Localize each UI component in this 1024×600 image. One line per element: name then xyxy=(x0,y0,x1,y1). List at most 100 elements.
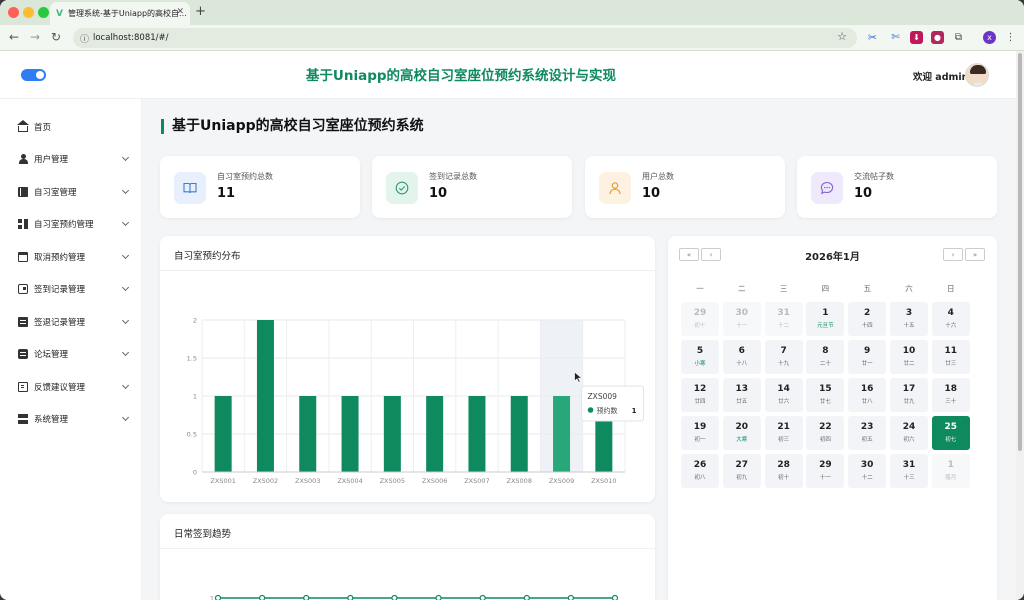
browser-tab[interactable]: V 管理系统-基于Uniapp的高校自... ✕ xyxy=(50,2,190,25)
sidebar-item-reservations[interactable]: 自习室预约管理 xyxy=(0,208,142,240)
page-scrollbar[interactable] xyxy=(1016,51,1024,600)
calendar-day[interactable]: 31 十二 xyxy=(764,302,803,336)
calendar-day[interactable]: 30 十二 xyxy=(848,454,887,488)
calendar-day[interactable]: 12 廿四 xyxy=(681,378,719,412)
weekday-label: 四 xyxy=(821,284,830,293)
stat-card-posts[interactable]: 交流帖子数 10 xyxy=(797,156,997,218)
browser-menu-icon[interactable]: ⋮ xyxy=(1004,31,1017,44)
maximize-window-icon[interactable] xyxy=(38,7,49,18)
calendar-day-today[interactable]: 25 初七 xyxy=(931,416,970,450)
scrollbar-thumb[interactable] xyxy=(1018,53,1022,451)
calendar-day[interactable]: 29 初十 xyxy=(681,302,719,336)
bookmark-star-icon[interactable]: ☆ xyxy=(837,30,847,43)
calendar-day[interactable]: 20 大寒 xyxy=(722,416,761,450)
lunar-date: 三十 xyxy=(945,399,957,405)
x-tick-label: ZXS010 xyxy=(591,477,616,485)
next-year-button[interactable]: » xyxy=(965,248,985,261)
reload-icon[interactable]: ↻ xyxy=(51,30,61,44)
day-number: 25 xyxy=(944,422,958,432)
calendar-card: « ‹ 2026年1月 › » 一二三四五六日 29 初十 30 十一 31 十二 1 元旦节 2… xyxy=(668,236,997,600)
calendar-day[interactable]: 24 初六 xyxy=(890,416,928,450)
day-number: 29 xyxy=(693,308,707,318)
minimize-window-icon[interactable] xyxy=(23,7,34,18)
calendar-day[interactable]: 21 初三 xyxy=(764,416,803,450)
vue-logo-icon: V xyxy=(56,8,63,19)
calendar-day[interactable]: 14 廿六 xyxy=(764,378,803,412)
calendar-day[interactable]: 28 初十 xyxy=(764,454,803,488)
day-number: 8 xyxy=(822,346,829,356)
data-point xyxy=(567,594,574,600)
bar xyxy=(468,396,486,472)
lunar-date: 初六 xyxy=(903,437,915,443)
calendar-day[interactable]: 19 初一 xyxy=(681,416,719,450)
sidebar-item-users[interactable]: 用户管理 xyxy=(0,143,142,175)
browser-tab-bar: V 管理系统-基于Uniapp的高校自... ✕ + xyxy=(0,0,1024,25)
day-number: 29 xyxy=(819,460,832,470)
calendar-day[interactable]: 4 十六 xyxy=(931,302,970,336)
site-info-icon[interactable]: ⓘ xyxy=(80,32,89,45)
recorder-extension-icon[interactable]: ● xyxy=(931,31,944,44)
sidebar-item-label: 自习室管理 xyxy=(34,188,77,198)
forward-icon[interactable]: → xyxy=(30,30,40,44)
calendar-day[interactable]: 22 初四 xyxy=(806,416,845,450)
lunar-date: 廿八 xyxy=(861,399,873,405)
day-number: 1 xyxy=(822,308,829,318)
address-bar[interactable]: ⓘ localhost:8081/#/ ☆ xyxy=(73,28,857,48)
x-tick-label: ZXS003 xyxy=(295,477,320,485)
next-month-button[interactable]: › xyxy=(943,248,963,261)
calendar-day[interactable]: 17 廿九 xyxy=(890,378,928,412)
avatar[interactable] xyxy=(965,63,989,87)
calendar-day[interactable]: 15 廿七 xyxy=(806,378,845,412)
stat-card-reservations[interactable]: 自习室预约总数 11 xyxy=(160,156,360,218)
calendar-day[interactable]: 10 廿二 xyxy=(890,340,928,374)
calendar-day[interactable]: 31 十三 xyxy=(890,454,928,488)
calendar-day[interactable]: 2 十四 xyxy=(848,302,887,336)
calendar-day[interactable]: 1 元旦节 xyxy=(806,302,845,336)
stat-card-users[interactable]: 用户总数 10 xyxy=(585,156,785,218)
sidebar-item-study-rooms[interactable]: 自习室管理 xyxy=(0,176,142,208)
tool-extension-icon[interactable]: ✄ xyxy=(889,31,902,44)
calendar-day[interactable]: 3 十五 xyxy=(890,302,928,336)
calendar-day[interactable]: 27 初九 xyxy=(722,454,761,488)
back-icon[interactable]: ← xyxy=(9,30,19,44)
calendar-day[interactable]: 1 腊月 xyxy=(931,454,970,488)
bar xyxy=(426,396,444,472)
day-number: 21 xyxy=(777,422,790,432)
calendar-day[interactable]: 16 廿八 xyxy=(848,378,887,412)
y-tick-label: 0 xyxy=(193,469,197,477)
sidebar-item-home[interactable]: 首页 xyxy=(0,111,142,143)
calendar-day[interactable]: 26 初八 xyxy=(681,454,719,488)
profile-icon[interactable]: x xyxy=(983,31,996,44)
wallet-icon xyxy=(18,284,28,294)
close-window-icon[interactable] xyxy=(8,7,19,18)
lunar-date: 十二 xyxy=(778,323,790,329)
bar xyxy=(256,320,274,472)
calendar-day[interactable]: 6 十八 xyxy=(722,340,761,374)
calendar-day[interactable]: 18 三十 xyxy=(931,378,970,412)
stat-card-checkins[interactable]: 签到记录总数 10 xyxy=(372,156,572,218)
calendar-day[interactable]: 8 二十 xyxy=(806,340,845,374)
calendar-day[interactable]: 5 小寒 xyxy=(681,340,719,374)
data-point xyxy=(214,594,222,600)
chevron-down-icon xyxy=(121,218,130,227)
scissors-extension-icon[interactable]: ✂ xyxy=(866,31,879,44)
calendar-day[interactable]: 23 初五 xyxy=(848,416,887,450)
calendar-day[interactable]: 29 十一 xyxy=(806,454,845,488)
tab-close-icon[interactable]: ✕ xyxy=(176,7,184,17)
download-extension-icon[interactable]: ⬇ xyxy=(910,31,923,44)
new-tab-icon[interactable]: + xyxy=(195,4,206,19)
calendar-day[interactable]: 11 廿三 xyxy=(931,340,970,374)
calendar-day[interactable]: 7 十九 xyxy=(764,340,803,374)
extensions-puzzle-icon[interactable]: ⧉ xyxy=(952,31,965,44)
sidebar-item-checkouts[interactable]: 签退记录管理 xyxy=(0,306,142,338)
sidebar-item-feedback[interactable]: 反馈建议管理 xyxy=(0,371,142,403)
stat-value: 10 xyxy=(854,186,873,201)
sidebar-item-checkins[interactable]: 签到记录管理 xyxy=(0,273,142,305)
calendar-day[interactable]: 13 廿五 xyxy=(722,378,761,412)
calendar-day[interactable]: 30 十一 xyxy=(722,302,761,336)
sidebar-item-system[interactable]: 系统管理 xyxy=(0,403,142,435)
sidebar-item-cancellations[interactable]: 取消预约管理 xyxy=(0,241,142,273)
data-point xyxy=(479,594,486,600)
sidebar-item-forum[interactable]: 论坛管理 xyxy=(0,338,142,370)
calendar-day[interactable]: 9 廿一 xyxy=(848,340,887,374)
